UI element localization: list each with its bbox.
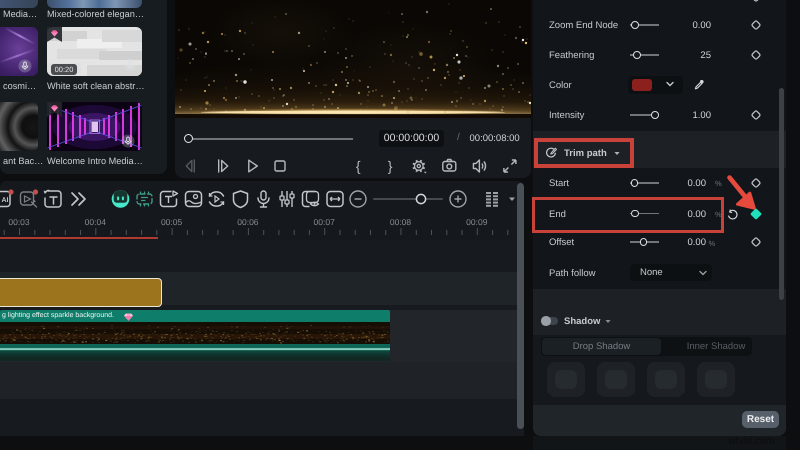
svg-text:{: { (356, 158, 361, 174)
svg-text:00:07: 00:07 (314, 217, 336, 227)
svg-text:00:05: 00:05 (161, 217, 183, 227)
svg-text:AI: AI (2, 197, 9, 204)
svg-text:00:06: 00:06 (237, 217, 259, 227)
svg-text:00:04: 00:04 (85, 217, 107, 227)
svg-text:00:08: 00:08 (390, 217, 412, 227)
svg-text:}: } (388, 158, 393, 174)
svg-text:00:03: 00:03 (8, 217, 30, 227)
svg-text:00:09: 00:09 (466, 217, 488, 227)
